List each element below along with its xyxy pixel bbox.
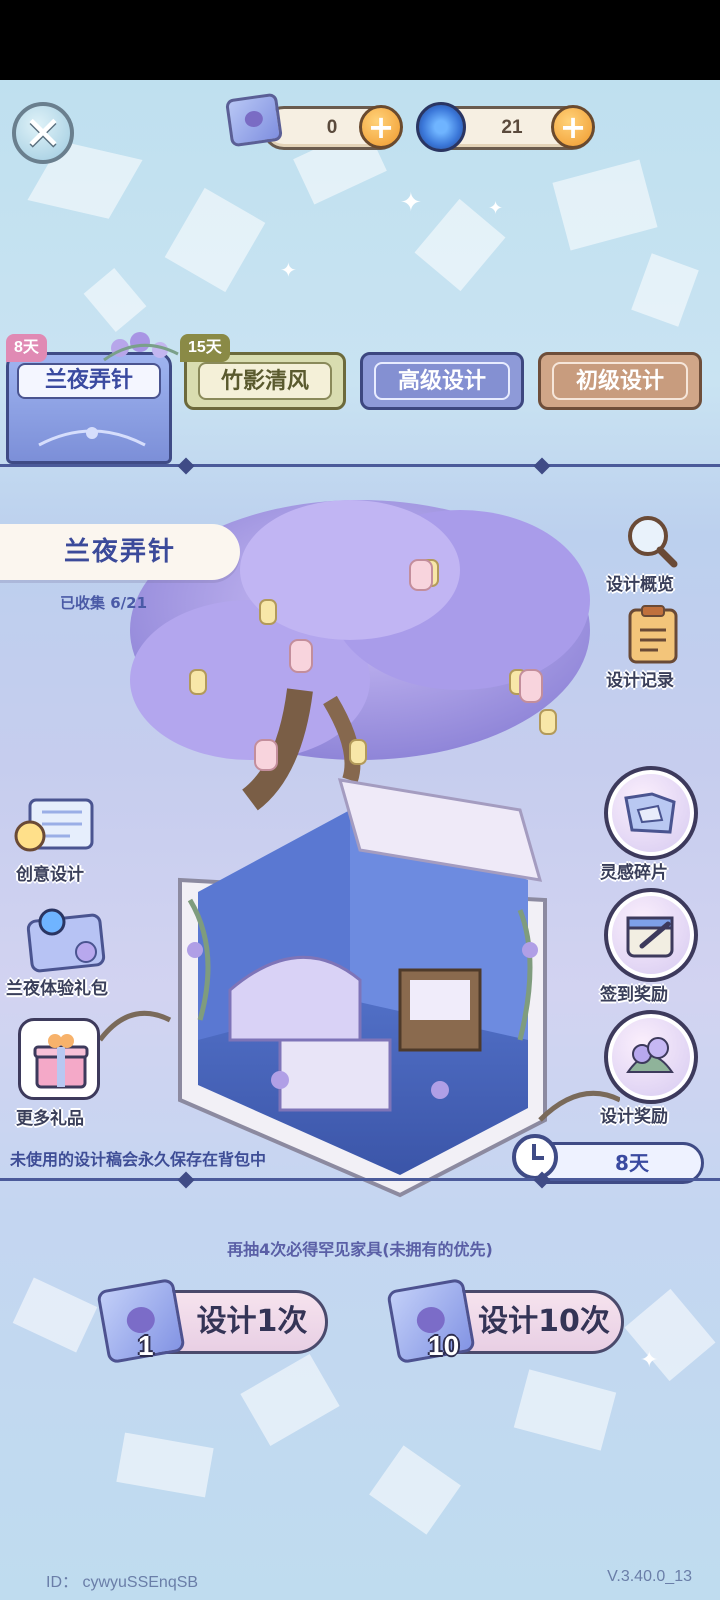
user-id: ID： cywyuSSEnqSB: [46, 1574, 199, 1591]
draw-ten-label: 设计10次: [478, 1304, 610, 1339]
side-label: 设计记录: [606, 671, 674, 691]
tab-advanced-design[interactable]: 高级设计: [360, 352, 524, 410]
draw-once-label: 设计1次: [196, 1304, 308, 1339]
bg-shard: [631, 253, 699, 327]
bg-shard: [513, 1369, 617, 1451]
more-gifts-button[interactable]: 更多礼品: [14, 1018, 110, 1130]
tab-label: 初级设计: [552, 362, 688, 400]
gift-pack-icon: [26, 908, 106, 973]
side-label: 设计概览: [606, 575, 674, 595]
bg-shard: [116, 1432, 214, 1498]
design-reward-button[interactable]: 设计奖励: [600, 1010, 704, 1130]
tab-ornament-icon: [38, 427, 146, 447]
side-label: 创意设计: [16, 865, 84, 885]
gift-box-frame: [18, 1018, 100, 1100]
tab-label: 竹影清风: [197, 362, 333, 400]
map-fragment-icon: [624, 792, 676, 834]
sparkle-icon: ✦: [400, 188, 422, 218]
bg-shard: [369, 1445, 461, 1535]
pity-text: 再抽4次必得罕见家具(未拥有的优先): [227, 1240, 493, 1259]
room-illustration: [100, 500, 620, 1198]
clock-icon: [512, 1134, 558, 1180]
circle-frame: [604, 888, 698, 982]
divider-ornament: [177, 457, 195, 475]
tab-label: 高级设计: [374, 362, 510, 400]
design-scroll-icon: [224, 92, 284, 148]
draw-once-cost: 1: [138, 1330, 154, 1361]
bg-shard: [552, 159, 658, 251]
gift-box-icon: [33, 1034, 89, 1089]
storage-note: 未使用的设计稿会永久保存在背包中: [10, 1150, 267, 1169]
draw-ten-cost: 10: [428, 1330, 460, 1361]
scroll-currency: 0 +: [262, 105, 403, 150]
circle-frame: [604, 1010, 698, 1104]
version-label: V.3.40.0_13: [607, 1568, 692, 1585]
flower-decoration-icon: [103, 332, 179, 362]
gacha-screen: ✦ ✦ ✦ ✦ ✕ 0 + 21 + 兰夜弄针 8天 竹影清风 15天 高级设计…: [0, 80, 720, 1600]
top-divider: [0, 464, 720, 467]
lightbulb-board-icon: [14, 798, 94, 852]
side-label: 签到奖励: [600, 985, 668, 1005]
clipboard-icon: [628, 605, 678, 664]
status-bar: [0, 0, 720, 80]
checkin-reward-button[interactable]: 签到奖励: [600, 888, 704, 1008]
add-swirl-button[interactable]: +: [551, 105, 595, 149]
calendar-icon: [626, 916, 674, 958]
add-scroll-button[interactable]: +: [359, 105, 403, 149]
days-badge: 15天: [180, 334, 230, 362]
side-label: 兰夜体验礼包: [6, 979, 108, 999]
magnifier-icon: [628, 516, 678, 568]
bg-shard: [83, 267, 147, 333]
divider-ornament: [533, 457, 551, 475]
side-label: 更多礼品: [16, 1109, 84, 1129]
sparkle-icon: ✦: [640, 1348, 659, 1373]
bg-shard: [164, 187, 266, 293]
collected-count: 已收集 6/21: [60, 594, 148, 612]
sparkle-icon: ✦: [488, 198, 504, 219]
close-button[interactable]: ✕: [12, 102, 74, 164]
side-label: 灵感碎片: [600, 863, 668, 883]
creative-design-button[interactable]: 创意设计: [10, 790, 110, 890]
days-badge: 8天: [6, 334, 47, 362]
design-overview-button[interactable]: 设计概览: [606, 512, 692, 595]
design-record-button[interactable]: 设计记录: [606, 604, 692, 691]
inspiration-fragment-button[interactable]: 灵感碎片: [600, 766, 704, 886]
tab-label: 兰夜弄针: [17, 363, 161, 399]
flower-icon: [626, 1037, 674, 1073]
bottom-divider: [0, 1178, 720, 1181]
bg-shard: [240, 1354, 340, 1446]
side-label: 设计奖励: [600, 1107, 668, 1127]
sparkle-icon: ✦: [280, 258, 297, 282]
swirl-currency-icon: [416, 102, 466, 152]
bg-shard: [624, 1288, 716, 1382]
circle-frame: [604, 766, 698, 860]
experience-pack-button[interactable]: 兰夜体验礼包: [4, 900, 144, 1000]
bg-shard: [12, 1277, 98, 1353]
close-icon: ✕: [23, 106, 63, 160]
tab-lanye-nongzhen[interactable]: 兰夜弄针: [6, 352, 172, 464]
collection-title: 兰夜弄针: [0, 524, 240, 580]
tab-basic-design[interactable]: 初级设计: [538, 352, 702, 410]
